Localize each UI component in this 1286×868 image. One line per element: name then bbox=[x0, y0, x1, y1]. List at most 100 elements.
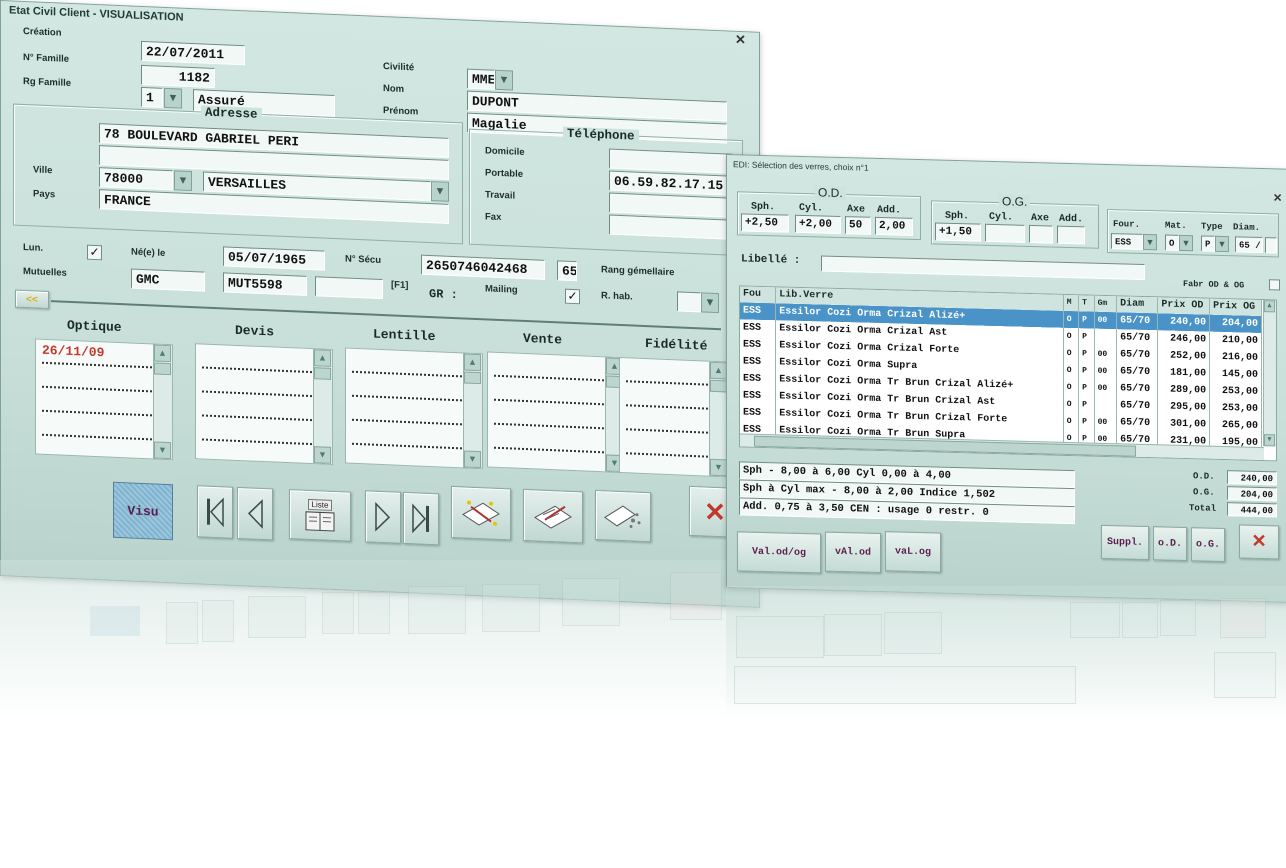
scroll-down-icon[interactable]: ▼ bbox=[464, 450, 481, 469]
table-header-cell[interactable]: Diam bbox=[1116, 296, 1158, 314]
edi-close-icon[interactable]: ✕ bbox=[1273, 191, 1282, 204]
od-axe-field[interactable]: 50 bbox=[845, 216, 871, 235]
four-dropdown[interactable]: ▼ bbox=[1143, 233, 1157, 251]
type-dropdown[interactable]: ▼ bbox=[1215, 235, 1229, 253]
scroll-thumb[interactable] bbox=[154, 362, 171, 376]
table-header-cell[interactable]: Prix OD bbox=[1157, 297, 1210, 315]
list-item[interactable] bbox=[352, 444, 462, 470]
table-header-cell[interactable]: Gm bbox=[1094, 295, 1117, 313]
rg-famille-dropdown[interactable]: ▼ bbox=[164, 87, 182, 109]
scroll-up-icon[interactable]: ▲ bbox=[154, 344, 171, 363]
list-scrollbar[interactable]: ▲ ▼ bbox=[153, 344, 172, 460]
list-item[interactable] bbox=[626, 382, 708, 410]
ville-dropdown[interactable]: ▼ bbox=[431, 181, 449, 202]
scroll-up-icon[interactable]: ▲ bbox=[710, 361, 727, 380]
list-item[interactable] bbox=[202, 440, 312, 465]
val-od-button[interactable]: vAl.od bbox=[825, 531, 881, 574]
civilite-field[interactable]: MME bbox=[467, 68, 495, 90]
code-postal-field[interactable]: 78000 bbox=[99, 167, 173, 191]
r-hab-field[interactable] bbox=[677, 291, 701, 313]
mutuelle-3-field[interactable] bbox=[315, 276, 383, 300]
table-header-cell[interactable]: Prix OG bbox=[1209, 298, 1262, 317]
od-cyl-field[interactable]: +2,00 bbox=[795, 214, 841, 235]
table-vscrollbar[interactable]: ▲ ▼ bbox=[1263, 300, 1276, 447]
table-header-cell[interactable]: T bbox=[1078, 295, 1095, 312]
close-icon: ✕ bbox=[1251, 532, 1267, 554]
rg-famille-field[interactable]: 1 bbox=[141, 86, 163, 108]
mutuelle-2-field[interactable]: MUT5598 bbox=[223, 272, 307, 296]
list-item[interactable] bbox=[42, 435, 152, 461]
table-cell: ESS bbox=[740, 336, 776, 355]
table-header-cell[interactable]: Fou bbox=[740, 286, 776, 304]
mutuelle-1-field[interactable]: GMC bbox=[131, 268, 205, 292]
civilite-dropdown[interactable]: ▼ bbox=[495, 69, 513, 91]
lun-checkbox[interactable]: ✓ bbox=[87, 244, 102, 261]
fabr-checkbox[interactable] bbox=[1269, 279, 1280, 291]
scroll-up-icon[interactable]: ▲ bbox=[314, 349, 331, 367]
r-hab-dropdown[interactable]: ▼ bbox=[701, 292, 719, 314]
table-cell: P bbox=[1078, 379, 1095, 397]
val-og-button[interactable]: vaL.og bbox=[885, 531, 941, 573]
liste-button[interactable]: Liste bbox=[289, 489, 351, 542]
scroll-thumb[interactable] bbox=[314, 367, 331, 380]
og-sph-field[interactable]: +1,50 bbox=[935, 222, 981, 242]
og-cyl-field[interactable] bbox=[985, 223, 1025, 243]
column-list-0[interactable]: 26/11/09 ▲ ▼ bbox=[35, 338, 173, 461]
column-list-2[interactable]: ▲ ▼ bbox=[345, 347, 483, 470]
edit-record-button[interactable] bbox=[523, 488, 583, 544]
od-add-field[interactable]: 2,00 bbox=[875, 216, 913, 236]
og-add-field[interactable] bbox=[1057, 225, 1085, 245]
scroll-down-icon[interactable]: ▼ bbox=[710, 458, 727, 477]
secu-cle-field[interactable]: 65 bbox=[557, 260, 577, 282]
list-scrollbar[interactable]: ▲ ▼ bbox=[313, 349, 332, 464]
column-list-3[interactable]: ▲ ▼ bbox=[487, 351, 625, 474]
new-record-button[interactable] bbox=[451, 485, 511, 541]
collapse-button[interactable]: << bbox=[15, 289, 49, 310]
list-item[interactable] bbox=[626, 430, 708, 458]
table-cell: 65/70 bbox=[1116, 346, 1158, 365]
visu-button[interactable]: Visu bbox=[113, 481, 173, 541]
diam-field-2[interactable] bbox=[1265, 237, 1277, 254]
close-icon: ✕ bbox=[704, 496, 726, 527]
og-axe-field[interactable] bbox=[1029, 224, 1053, 244]
table-header-cell[interactable]: M bbox=[1063, 294, 1079, 312]
mat-dropdown[interactable]: ▼ bbox=[1179, 234, 1193, 252]
libelle-field[interactable] bbox=[821, 255, 1145, 280]
scroll-down-icon[interactable]: ▼ bbox=[1264, 434, 1275, 447]
next-record-button[interactable] bbox=[365, 490, 401, 544]
column-list-4[interactable]: ▲ ▼ bbox=[619, 356, 729, 478]
nee-le-field[interactable]: 05/07/1965 bbox=[223, 246, 325, 271]
scroll-thumb[interactable] bbox=[464, 371, 481, 385]
num-famille-field[interactable]: 1182 bbox=[141, 64, 215, 89]
val-odog-button[interactable]: Val.od/og bbox=[737, 531, 821, 574]
first-record-button[interactable] bbox=[197, 485, 233, 539]
mailing-checkbox[interactable]: ✓ bbox=[565, 288, 580, 305]
close-icon[interactable]: ✕ bbox=[735, 32, 746, 48]
four-field[interactable]: ESS bbox=[1111, 233, 1143, 250]
scroll-up-icon[interactable]: ▲ bbox=[1264, 300, 1275, 313]
column-list-1[interactable]: ▲ ▼ bbox=[195, 343, 333, 465]
og-button[interactable]: o.G. bbox=[1191, 527, 1225, 563]
scroll-down-icon[interactable]: ▼ bbox=[154, 441, 171, 460]
mat-field[interactable]: O bbox=[1165, 234, 1179, 251]
previous-record-button[interactable] bbox=[237, 486, 273, 541]
list-item[interactable] bbox=[494, 448, 604, 474]
list-item[interactable] bbox=[626, 358, 708, 386]
delete-record-button[interactable] bbox=[595, 489, 651, 543]
list-item[interactable] bbox=[626, 454, 708, 478]
num-secu-field[interactable]: 2650746042468 bbox=[421, 254, 545, 280]
suppl-button[interactable]: Suppl. bbox=[1101, 524, 1149, 561]
list-scrollbar[interactable]: ▲ ▼ bbox=[463, 353, 482, 469]
code-postal-dropdown[interactable]: ▼ bbox=[174, 170, 192, 192]
type-field[interactable]: P bbox=[1201, 235, 1215, 252]
scroll-thumb[interactable] bbox=[710, 379, 727, 393]
creation-date-field[interactable]: 22/07/2011 bbox=[141, 40, 245, 66]
scroll-down-icon[interactable]: ▼ bbox=[314, 446, 331, 464]
edi-close-button[interactable]: ✕ bbox=[1239, 524, 1279, 560]
last-record-button[interactable] bbox=[403, 491, 439, 546]
list-item[interactable] bbox=[626, 406, 708, 434]
diam-field[interactable]: 65 / bbox=[1235, 236, 1263, 254]
scroll-up-icon[interactable]: ▲ bbox=[464, 353, 481, 372]
od-button[interactable]: o.D. bbox=[1153, 526, 1187, 562]
od-sph-field[interactable]: +2,50 bbox=[741, 213, 789, 233]
